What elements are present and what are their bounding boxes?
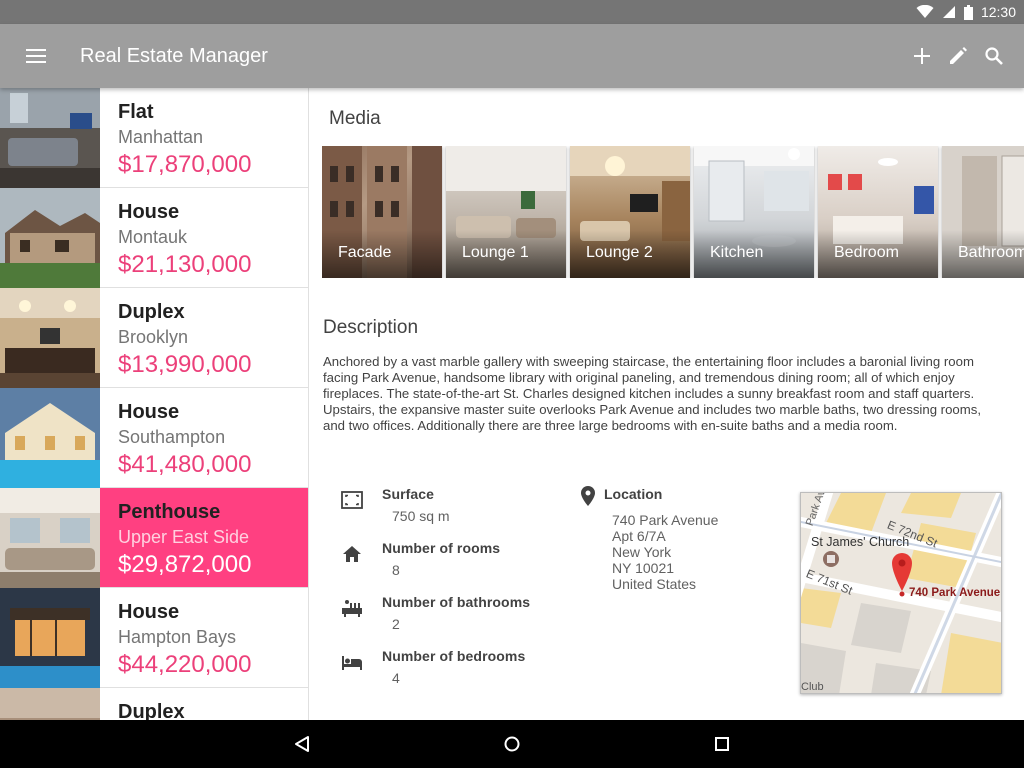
list-item[interactable]: Duplex Brooklyn $13,990,000 bbox=[0, 288, 308, 388]
media-caption: Facade bbox=[322, 230, 442, 278]
listing-type: House bbox=[118, 601, 180, 623]
list-item[interactable]: House Southampton $41,480,000 bbox=[0, 388, 308, 488]
listing-type: Duplex bbox=[118, 701, 185, 720]
listing-photo bbox=[0, 388, 100, 488]
list-item[interactable]: Duplex bbox=[0, 688, 308, 720]
media-caption: Lounge 1 bbox=[446, 230, 566, 278]
media-gallery[interactable]: Facade Lounge 1 Lounge 2 Kitchen Bedroom… bbox=[322, 146, 1024, 278]
listing-photo bbox=[0, 88, 100, 188]
media-title: Media bbox=[329, 108, 381, 129]
list-item-selected[interactable]: Penthouse Upper East Side $29,872,000 bbox=[0, 488, 308, 588]
detail-pane: Media Facade Lounge 1 Lounge 2 Kitchen B… bbox=[310, 88, 1024, 720]
fact-label: Surface bbox=[382, 486, 435, 502]
listing-photo bbox=[0, 588, 100, 688]
description-title: Description bbox=[323, 317, 419, 338]
listing-price: $21,130,000 bbox=[118, 251, 252, 278]
listing-photo bbox=[0, 288, 100, 388]
description-text: Anchored by a vast marble gallery with s… bbox=[323, 354, 981, 433]
media-tile[interactable]: Bathroom bbox=[942, 146, 1024, 278]
status-bar: 12:30 bbox=[0, 0, 1024, 24]
recents-icon[interactable] bbox=[702, 724, 742, 764]
fact-rooms: Number of rooms 8 bbox=[340, 540, 570, 594]
media-tile[interactable]: Bedroom bbox=[818, 146, 938, 278]
address-line: Apt 6/7A bbox=[612, 528, 666, 544]
media-caption: Bathroom bbox=[942, 230, 1024, 278]
surface-icon bbox=[340, 488, 364, 512]
property-facts: Surface 750 sq m Number of rooms 8 Numbe… bbox=[340, 486, 570, 702]
listing-type: Duplex bbox=[118, 301, 185, 323]
list-item[interactable]: House Hampton Bays $44,220,000 bbox=[0, 588, 308, 688]
listing-price: $41,480,000 bbox=[118, 451, 252, 478]
map-edge-label: Club bbox=[801, 681, 824, 693]
listing-area: Hampton Bays bbox=[118, 627, 237, 647]
list-item[interactable]: House Montauk $21,130,000 bbox=[0, 188, 308, 288]
listing-area: Upper East Side bbox=[118, 527, 250, 547]
listing-photo bbox=[0, 688, 100, 720]
address-line: New York bbox=[612, 544, 672, 560]
fact-surface: Surface 750 sq m bbox=[340, 486, 570, 540]
fact-label: Number of bathrooms bbox=[382, 594, 531, 610]
listing-type: House bbox=[118, 401, 180, 423]
address-line: NY 10021 bbox=[612, 560, 675, 576]
clock: 12:30 bbox=[980, 4, 1016, 20]
menu-icon[interactable] bbox=[0, 24, 72, 88]
media-tile[interactable]: Kitchen bbox=[694, 146, 814, 278]
add-icon[interactable] bbox=[906, 40, 938, 72]
listing-type: Flat bbox=[118, 101, 154, 123]
listing-price: $29,872,000 bbox=[118, 551, 252, 578]
media-tile[interactable]: Lounge 2 bbox=[570, 146, 690, 278]
media-tile[interactable]: Lounge 1 bbox=[446, 146, 566, 278]
location-label: Location bbox=[604, 486, 663, 502]
listing-area: Manhattan bbox=[118, 127, 204, 147]
listing-photo bbox=[0, 188, 100, 288]
location-map[interactable]: E 72nd St E 71st St Park Ave St James' C… bbox=[800, 492, 1002, 694]
address-line: United States bbox=[612, 576, 697, 592]
listing-price: $17,870,000 bbox=[118, 151, 252, 178]
media-caption: Kitchen bbox=[694, 230, 814, 278]
listing-price: $44,220,000 bbox=[118, 651, 252, 678]
fact-value: 4 bbox=[392, 670, 400, 686]
bed-icon bbox=[340, 650, 364, 674]
fact-bedrooms: Number of bedrooms 4 bbox=[340, 648, 570, 702]
fact-label: Number of bedrooms bbox=[382, 648, 526, 664]
listing-type: Penthouse bbox=[118, 501, 221, 523]
home-button-icon[interactable] bbox=[492, 724, 532, 764]
navigation-bar bbox=[0, 720, 1024, 768]
app-title: Real Estate Manager bbox=[80, 44, 268, 67]
address: 740 Park Avenue Apt 6/7A New York NY 100… bbox=[612, 512, 718, 592]
listing-area: Montauk bbox=[118, 227, 188, 247]
fact-value: 2 bbox=[392, 616, 400, 632]
media-caption: Bedroom bbox=[818, 230, 938, 278]
list-item[interactable]: Flat Manhattan $17,870,000 bbox=[0, 88, 308, 188]
app-bar: Real Estate Manager bbox=[0, 24, 1024, 88]
listing-area: Brooklyn bbox=[118, 327, 189, 347]
listing-photo bbox=[0, 488, 100, 588]
map-marker-label: 740 Park Avenue bbox=[909, 587, 1001, 599]
fact-label: Number of rooms bbox=[382, 540, 501, 556]
location-pin-icon bbox=[576, 484, 600, 508]
media-caption: Lounge 2 bbox=[570, 230, 690, 278]
search-icon[interactable] bbox=[978, 40, 1010, 72]
map-poi-label: St James' Church bbox=[811, 535, 910, 549]
media-tile[interactable]: Facade bbox=[322, 146, 442, 278]
listing-price: $13,990,000 bbox=[118, 351, 252, 378]
listing-type: House bbox=[118, 201, 180, 223]
fact-value: 750 sq m bbox=[392, 508, 450, 524]
listing-area: Southampton bbox=[118, 427, 226, 447]
bathtub-icon bbox=[340, 596, 364, 620]
edit-icon[interactable] bbox=[942, 40, 974, 72]
signal-icon bbox=[942, 5, 956, 19]
home-icon bbox=[340, 542, 364, 566]
back-icon[interactable] bbox=[282, 724, 322, 764]
fact-value: 8 bbox=[392, 562, 400, 578]
address-line: 740 Park Avenue bbox=[612, 512, 719, 528]
battery-icon bbox=[963, 4, 973, 20]
fact-bathrooms: Number of bathrooms 2 bbox=[340, 594, 570, 648]
listing-list[interactable]: Flat Manhattan $17,870,000 House Montauk… bbox=[0, 88, 309, 720]
wifi-icon bbox=[916, 5, 934, 19]
